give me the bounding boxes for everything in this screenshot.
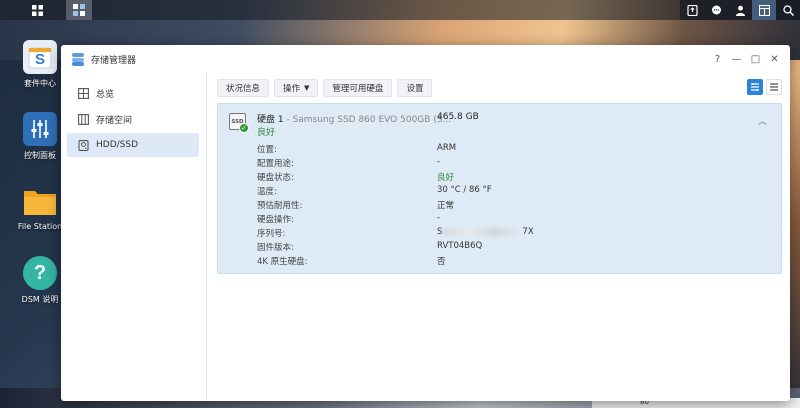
property-key: 硬盘操作: [257, 215, 294, 225]
folder-icon [23, 184, 57, 218]
property-value: ARM [437, 143, 457, 153]
serial-redacted [443, 227, 522, 236]
svg-text:S: S [35, 51, 45, 68]
overview-icon [77, 87, 89, 99]
property-key: 预估耐用性: [257, 201, 303, 211]
control-panel-icon [23, 112, 57, 146]
taskbar [0, 0, 800, 20]
apps-grid-icon[interactable] [24, 0, 50, 20]
property-value: S 7X [437, 227, 534, 237]
property-row-location: 位置: ARM [257, 143, 757, 156]
property-row-firmware: 固件版本: RVT04B6Q [257, 241, 757, 254]
disk-name: 硬盘 1 [257, 115, 284, 125]
manage-available-drives-button[interactable]: 管理可用硬盘 [323, 79, 393, 97]
sidebar-item-label: 总览 [96, 89, 115, 100]
storage-pool-icon [77, 113, 89, 125]
storage-manager-app-icon [71, 52, 85, 66]
property-key: 硬盘状态: [257, 173, 294, 183]
detail-view-icon[interactable] [747, 79, 763, 95]
desktop-icon-label: DSM 说明 [21, 295, 59, 304]
search-icon[interactable] [776, 0, 800, 20]
sidebar-item-storage-pool[interactable]: 存储空间 [67, 107, 199, 131]
desktop-icon-label: 套件中心 [24, 79, 56, 88]
window-title: 存储管理器 [91, 55, 137, 66]
property-row-allocation: 配置用途: - [257, 157, 757, 170]
upload-tray-icon[interactable] [680, 0, 704, 20]
property-value: 正常 [437, 201, 455, 211]
package-center-icon: S [23, 40, 57, 74]
storage-manager-task-icon[interactable] [66, 0, 92, 20]
sidebar: 总览 存储空间 HDD/SSD [61, 73, 207, 401]
property-row-drive-operation: 硬盘操作: - [257, 213, 757, 226]
window-titlebar[interactable]: 存储管理器 ? — □ ✕ [61, 45, 790, 73]
caret-down-icon: ▼ [304, 84, 310, 92]
serial-prefix: S [437, 227, 443, 237]
property-row-serial: 序列号: S 7X [257, 227, 757, 240]
property-key: 温度: [257, 187, 277, 197]
sidebar-item-label: HDD/SSD [96, 140, 139, 150]
property-key: 固件版本: [257, 243, 294, 253]
storage-manager-window: 存储管理器 ? — □ ✕ 总览 存储空间 HDD/SSD 状况信息 操作 ▼ … [61, 45, 790, 401]
desktop-icon-label: File Station [17, 222, 63, 231]
button-label: 管理可用硬盘 [332, 84, 384, 94]
disk-health-status: 良好 [257, 128, 276, 138]
button-label: 操作 [283, 84, 301, 94]
disk-model: - Samsung SSD 860 EVO 500GB (S... [283, 115, 452, 125]
main-panel: 状况信息 操作 ▼ 管理可用硬盘 设置 SSD ✓ 硬盘 1 - Samsung … [207, 73, 790, 401]
property-key: 4K 原生硬盘: [257, 257, 308, 267]
sidebar-item-overview[interactable]: 总览 [67, 81, 199, 105]
disk-size: 465.8 GB [437, 112, 479, 122]
help-icon: ? [23, 256, 57, 290]
list-view-icon[interactable] [766, 79, 782, 95]
button-label: 状况信息 [226, 84, 261, 94]
close-button[interactable]: ✕ [765, 54, 784, 65]
widgets-icon[interactable] [752, 0, 776, 20]
sidebar-item-hdd-ssd[interactable]: HDD/SSD [67, 133, 199, 157]
property-row-estimated-lifespan: 预估耐用性: 正常 [257, 199, 757, 212]
property-key: 序列号: [257, 229, 286, 239]
property-row-4k-native: 4K 原生硬盘: 否 [257, 255, 757, 268]
action-dropdown-button[interactable]: 操作 ▼ [274, 79, 319, 97]
status-info-button[interactable]: 状况信息 [217, 79, 270, 97]
desktop-icon-file-station[interactable]: File Station [14, 184, 66, 231]
sidebar-item-label: 存储空间 [96, 115, 133, 126]
chat-icon[interactable] [704, 0, 728, 20]
property-value: 30 °C / 86 °F [437, 185, 492, 195]
taskbar-right-tray [680, 0, 800, 20]
property-value: - [437, 213, 441, 223]
property-row-temperature: 温度: 30 °C / 86 °F [257, 185, 757, 198]
toolbar: 状况信息 操作 ▼ 管理可用硬盘 设置 [217, 79, 437, 97]
help-button[interactable]: ? [708, 54, 727, 65]
healthy-check-icon: ✓ [239, 123, 249, 133]
desktop-icon-dsm-help[interactable]: ? DSM 说明 [14, 256, 66, 305]
serial-suffix: 7X [522, 227, 534, 237]
window-controls: ? — □ ✕ [708, 45, 784, 73]
settings-button[interactable]: 设置 [397, 79, 433, 97]
hdd-icon [77, 139, 89, 151]
desktop-icon-control-panel[interactable]: 控制面板 [14, 112, 66, 161]
user-icon[interactable] [728, 0, 752, 20]
property-row-drive-status: 硬盘状态: 良好 [257, 171, 757, 184]
minimize-button[interactable]: — [727, 54, 746, 65]
disk-detail-panel[interactable]: SSD ✓ 硬盘 1 - Samsung SSD 860 EVO 500GB (… [217, 103, 782, 274]
property-value: 良好 [437, 173, 455, 183]
desktop-icon-package-center[interactable]: S 套件中心 [14, 40, 66, 89]
property-key: 配置用途: [257, 159, 294, 169]
button-label: 设置 [406, 84, 424, 94]
disk-title: 硬盘 1 - Samsung SSD 860 EVO 500GB (S... [257, 112, 451, 125]
view-switch [744, 79, 782, 95]
property-value: - [437, 157, 441, 167]
property-key: 位置: [257, 145, 277, 155]
maximize-button[interactable]: □ [746, 54, 765, 65]
property-value: RVT04B6Q [437, 241, 483, 251]
property-value: 否 [437, 257, 446, 267]
chevron-up-icon[interactable]: ︿ [758, 114, 767, 127]
desktop-icon-label: 控制面板 [24, 151, 56, 160]
